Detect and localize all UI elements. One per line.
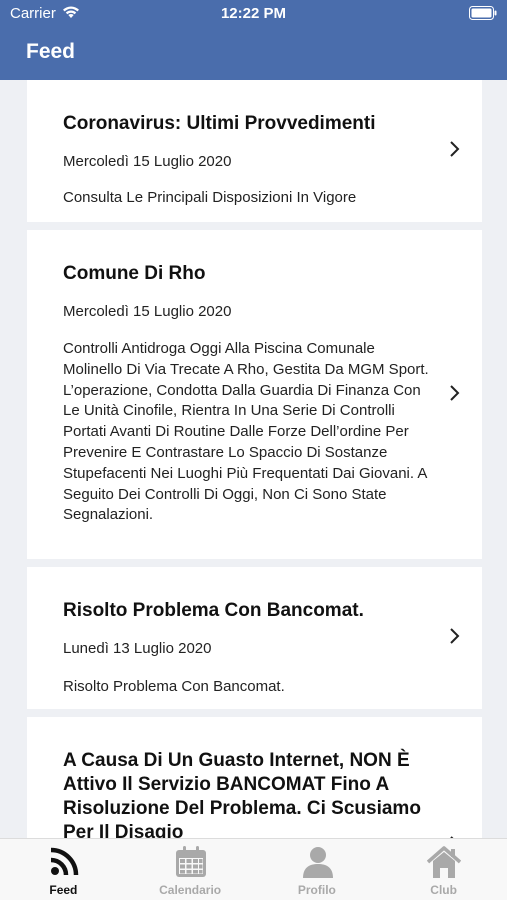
tab-label: Club xyxy=(430,883,457,897)
feed-card-body: Consulta Le Principali Disposizioni In V… xyxy=(63,189,357,206)
chevron-right-icon xyxy=(450,385,460,401)
feed-card-title: Risolto Problema Con Bancomat. xyxy=(63,600,364,621)
feed-card-body: Risolto Problema Con Bancomat. xyxy=(63,678,285,695)
chevron-right-icon xyxy=(450,628,460,644)
feed-card[interactable]: Coronavirus: Ultimi Provvedimenti Mercol… xyxy=(27,80,482,222)
feed-card[interactable]: A Causa Di Un Guasto Internet, NON È Att… xyxy=(27,717,482,838)
feed-list[interactable]: Coronavirus: Ultimi Provvedimenti Mercol… xyxy=(0,80,507,838)
feed-card-title: Comune Di Rho xyxy=(63,263,206,284)
feed-card-title: A Causa Di Un Guasto Internet, NON È Att… xyxy=(63,750,421,838)
tab-profilo[interactable]: Profilo xyxy=(254,839,381,900)
tab-calendario[interactable]: Calendario xyxy=(127,839,254,900)
tab-label: Profilo xyxy=(297,883,336,897)
home-icon xyxy=(427,846,462,878)
chevron-right-icon xyxy=(450,141,460,157)
page-title: Feed xyxy=(26,40,76,63)
feed-card[interactable]: Risolto Problema Con Bancomat. Lunedì 13… xyxy=(27,567,482,709)
nav-header: Carrier 12:22 PM Feed xyxy=(0,0,507,80)
status-bar: Carrier 12:22 PM xyxy=(0,0,507,28)
feed-card[interactable]: Comune Di Rho Mercoledì 15 Luglio 2020 C… xyxy=(27,230,482,559)
feed-card-title: Coronavirus: Ultimi Provvedimenti xyxy=(63,113,376,134)
feed-card-date: Mercoledì 15 Luglio 2020 xyxy=(63,303,232,320)
tab-bar: Feed Calendario Profilo Club xyxy=(0,838,507,900)
rss-feed-icon xyxy=(50,847,79,876)
feed-card-date: Lunedì 13 Luglio 2020 xyxy=(63,640,212,657)
status-time: 12:22 PM xyxy=(220,5,287,22)
calendar-icon xyxy=(175,846,206,877)
feed-card-date: Mercoledì 15 Luglio 2020 xyxy=(63,153,232,170)
tab-feed[interactable]: Feed xyxy=(0,839,127,900)
tab-label: Feed xyxy=(49,883,78,897)
feed-card-body: Controlli Antidroga Oggi Alla Piscina Co… xyxy=(63,340,429,524)
battery-icon xyxy=(469,6,497,20)
user-icon xyxy=(302,847,333,878)
tab-club[interactable]: Club xyxy=(380,839,507,900)
tab-label: Calendario xyxy=(159,883,222,897)
